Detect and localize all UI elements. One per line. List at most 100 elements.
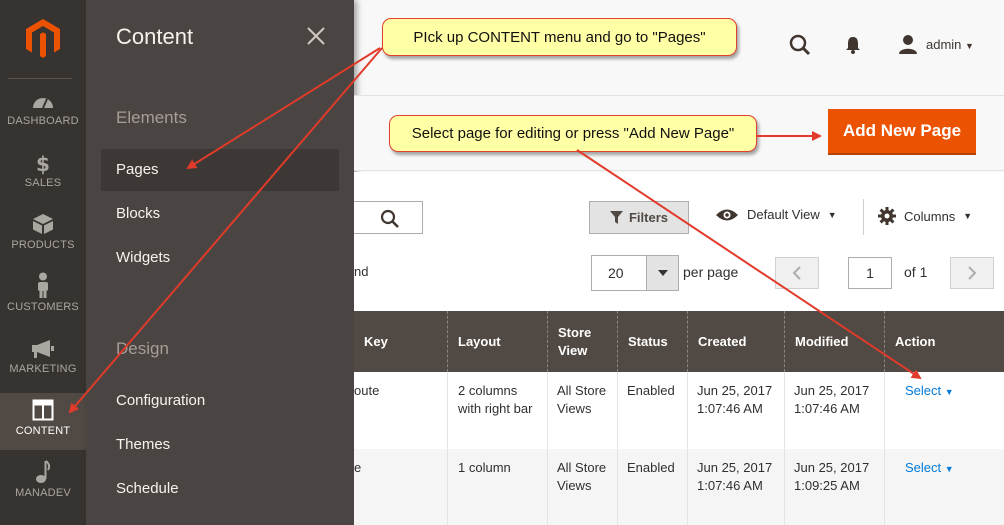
admin-left-nav: DASHBOARD $ SALES PRODUCTS CUSTOMERS MAR… <box>0 0 86 525</box>
column-header-status[interactable]: Status <box>617 311 687 372</box>
gear-icon <box>878 207 896 225</box>
flyout-item-pages[interactable]: Pages <box>101 149 339 191</box>
column-header-store-view[interactable]: Store View <box>547 311 617 372</box>
column-header-created[interactable]: Created <box>687 311 784 372</box>
chevron-down-icon: ▼ <box>944 387 954 397</box>
flyout-item-widgets[interactable]: Widgets <box>101 237 339 279</box>
nav-item-content[interactable]: CONTENT <box>0 393 86 450</box>
keyword-search-input[interactable] <box>354 201 423 234</box>
nav-item-sales[interactable]: $ SALES <box>0 148 86 210</box>
per-page-value: 20 <box>608 265 624 281</box>
search-icon[interactable] <box>380 209 400 229</box>
content-flyout-menu: Content Elements Pages Blocks Widgets De… <box>86 0 354 525</box>
view-dropdown[interactable]: Default View ▼ <box>715 207 837 222</box>
column-divider <box>784 372 785 449</box>
cell-key: oute <box>354 383 380 398</box>
dollar-icon: $ <box>36 152 50 175</box>
cell-created: Jun 25, 2017 1:07:46 AM <box>697 383 773 416</box>
nav-item-products[interactable]: PRODUCTS <box>0 210 86 272</box>
chevron-down-icon: ▼ <box>963 211 973 221</box>
chevron-right-icon <box>968 266 976 280</box>
flyout-item-schedule[interactable]: Schedule <box>101 468 339 510</box>
search-icon[interactable] <box>789 34 811 56</box>
next-page-button[interactable] <box>950 257 994 289</box>
columns-dropdown[interactable]: Columns ▼ <box>878 207 972 225</box>
flyout-title: Content <box>116 24 194 49</box>
nav-item-marketing[interactable]: MARKETING <box>0 334 86 396</box>
cell-status: Enabled <box>627 383 675 398</box>
flyout-item-configuration[interactable]: Configuration <box>101 380 339 422</box>
records-found-text: nd <box>354 264 369 279</box>
view-label: Default View <box>747 207 820 222</box>
nav-item-customers[interactable]: CUSTOMERS <box>0 272 86 334</box>
column-header-modified[interactable]: Modified <box>784 311 884 372</box>
cell-modified: Jun 25, 2017 1:09:25 AM <box>794 460 870 493</box>
svg-text:$: $ <box>36 152 50 175</box>
note-icon <box>36 460 51 483</box>
columns-label: Columns <box>904 208 956 224</box>
cell-layout: 2 columns with right bar <box>458 383 533 416</box>
action-select-label: Select <box>905 460 942 475</box>
flyout-item-themes[interactable]: Themes <box>101 424 339 466</box>
page-count-text: of 1 <box>904 264 928 280</box>
previous-page-button[interactable] <box>775 257 819 289</box>
per-page-select[interactable]: 20 <box>591 255 679 291</box>
nav-label-products: PRODUCTS <box>11 239 75 251</box>
action-select-label: Select <box>905 383 942 398</box>
table-row[interactable]: e 1 column All Store Views Enabled Jun 2… <box>354 449 1004 525</box>
content-icon <box>32 399 54 421</box>
action-select-dropdown[interactable]: Select ▼ <box>905 459 954 478</box>
column-divider <box>884 372 885 449</box>
magento-logo-icon[interactable] <box>0 0 86 78</box>
cell-key: e <box>354 460 362 475</box>
column-divider <box>547 372 548 449</box>
nav-label-dashboard: DASHBOARD <box>7 115 79 127</box>
flyout-section-design: Design <box>116 339 169 358</box>
nav-label-customers: CUSTOMERS <box>7 301 79 313</box>
dashboard-icon <box>33 98 53 109</box>
chevron-left-icon <box>793 266 801 280</box>
cell-layout: 1 column <box>458 460 511 475</box>
nav-divider <box>8 78 72 79</box>
user-icon[interactable] <box>898 34 918 54</box>
page-number-input[interactable]: 1 <box>848 257 892 289</box>
per-page-label: per page <box>683 264 739 280</box>
person-icon <box>38 272 48 298</box>
grid-controls <box>354 172 1004 312</box>
column-divider <box>447 372 448 449</box>
column-divider <box>687 449 688 525</box>
action-select-dropdown[interactable]: Select ▼ <box>905 382 954 401</box>
column-divider <box>884 449 885 525</box>
flyout-item-blocks[interactable]: Blocks <box>101 193 339 235</box>
filters-label: Filters <box>628 210 668 225</box>
chevron-down-icon: ▼ <box>944 464 954 474</box>
nav-label-manadev: MANADEV <box>15 487 71 499</box>
funnel-icon <box>609 211 623 224</box>
bell-icon[interactable] <box>844 35 862 55</box>
add-new-page-button[interactable]: Add New Page <box>828 109 976 155</box>
admin-user-menu[interactable]: admin ▼ <box>926 37 974 52</box>
box-icon <box>33 214 53 234</box>
cell-store-view: All Store Views <box>557 383 607 416</box>
column-header-action: Action <box>884 311 1004 372</box>
column-header-layout[interactable]: Layout <box>447 311 547 372</box>
column-divider <box>547 449 548 525</box>
nav-label-sales: SALES <box>24 177 62 189</box>
cell-modified: Jun 25, 2017 1:07:46 AM <box>794 383 870 416</box>
filters-button[interactable]: Filters <box>589 201 689 234</box>
table-row[interactable]: oute 2 columns with right bar All Store … <box>354 372 1004 449</box>
nav-item-manadev[interactable]: MANADEV <box>0 458 86 520</box>
column-divider <box>617 449 618 525</box>
cell-store-view: All Store Views <box>557 460 607 493</box>
close-icon[interactable] <box>306 26 326 46</box>
admin-user-name: admin <box>926 37 962 52</box>
callout-pick-content-menu: PIck up CONTENT menu and go to "Pages" <box>382 18 737 56</box>
column-header-key[interactable]: Key <box>354 311 447 372</box>
column-divider <box>687 372 688 449</box>
nav-label-content: CONTENT <box>15 425 71 437</box>
eye-icon <box>716 209 738 220</box>
nav-item-dashboard[interactable]: DASHBOARD <box>0 86 86 148</box>
callout-select-page: Select page for editing or press "Add Ne… <box>389 115 757 152</box>
chevron-down-icon: ▼ <box>827 209 837 220</box>
chevron-down-icon[interactable] <box>646 256 678 290</box>
